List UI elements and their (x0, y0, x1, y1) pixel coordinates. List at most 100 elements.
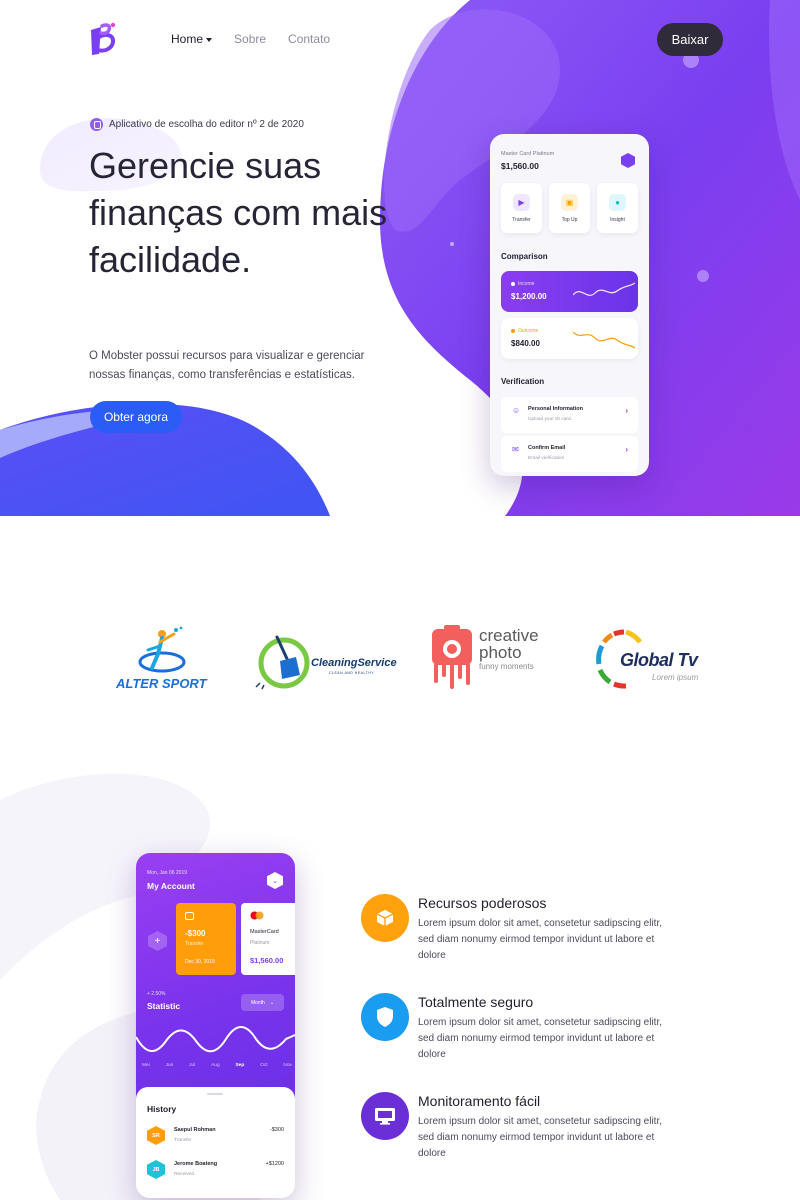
month-label: Aug (211, 1063, 220, 1068)
history-type: Received (174, 1172, 194, 1177)
phone-mockup-account: Mon, Jan 06 2019 My Account ⌄ + -$300 Tr… (136, 853, 295, 1198)
award-icon (90, 118, 103, 131)
creative-photo-name-line2: photo (479, 643, 522, 662)
cleaning-service-tagline: CLEAN AND HEALTHY (329, 671, 375, 675)
history-row[interactable]: SR Saepul Rohman Transfer -$300 (147, 1124, 284, 1148)
feature-powerful: Recursos poderosos Lorem ipsum dolor sit… (361, 894, 671, 974)
nav-link-home[interactable]: Home (171, 32, 213, 46)
top-navigation: Home Sobre Contato Baixar (0, 0, 800, 80)
action-label: Top Up (561, 216, 578, 223)
feature-text: Lorem ipsum dolor sit amet, consetetur s… (418, 918, 662, 961)
phone-mockup-wallet: Master Card Platinum $1,560.00 ▶ Transfe… (490, 134, 649, 476)
month-label: Nov (283, 1063, 292, 1068)
chevron-down-icon: ⌄ (267, 872, 283, 889)
feature-title: Totalmente seguro (418, 994, 534, 1010)
partner-logo-cleaning-service: CleaningService CLEAN AND HEALTHY (252, 627, 402, 693)
history-sheet: History SR Saepul Rohman Transfer -$300 … (136, 1087, 295, 1198)
outcome-label: Outcome (511, 328, 538, 334)
mastercard-tier: Platinum (250, 940, 270, 946)
wallet-icon: ▣ (561, 193, 578, 211)
download-button[interactable]: Baixar (657, 23, 723, 56)
get-now-button[interactable]: Obter agora (90, 401, 182, 433)
verification-confirm-email[interactable]: ✉ Confirm Email Email verification › (501, 436, 638, 472)
feature-text: Lorem ipsum dolor sit amet, consetetur s… (418, 1116, 662, 1159)
transfer-amount: -$300 (185, 929, 206, 938)
verification-personal-info[interactable]: ☺ Personal Information Upload your ID ca… (501, 397, 638, 433)
mastercard-icon (250, 911, 264, 920)
history-row[interactable]: JB Jerome Boateng Received +$1200 (147, 1158, 284, 1182)
nav-link-about[interactable]: Sobre (234, 32, 266, 46)
history-amount: +$1200 (265, 1161, 284, 1167)
feature-title: Monitoramento fácil (418, 1093, 541, 1109)
history-title: History (147, 1104, 177, 1114)
cleaning-service-name: CleaningService (311, 657, 397, 669)
monitor-icon (361, 1092, 409, 1140)
award-badge-text: Aplicativo de escolha do editor nº 2 de … (109, 119, 304, 130)
partner-logo-creative-photo: creative photo funny moments (430, 625, 550, 695)
feature-monitoring: Monitoramento fácil Lorem ipsum dolor si… (361, 1092, 671, 1172)
verification-title: Verification (501, 377, 545, 386)
stat-change: + 2.50% (147, 991, 166, 997)
creative-photo-tagline: funny moments (479, 662, 534, 671)
period-select[interactable]: Month ⌄ (241, 994, 284, 1011)
global-tv-name: Global Tv (620, 650, 698, 670)
award-badge: Aplicativo de escolha do editor nº 2 de … (90, 118, 304, 131)
avatar: SR (147, 1126, 165, 1145)
verification-item-subtitle: Upload your ID card. (528, 417, 572, 422)
month-label: Mei (142, 1063, 150, 1068)
sheet-handle[interactable] (207, 1093, 223, 1095)
creative-photo-name-line1: creative (479, 626, 539, 645)
avatar: JB (147, 1160, 165, 1179)
month-label: Jul (189, 1063, 196, 1068)
quick-actions: ▶ Transfer ▣ Top Up ● Insight (501, 183, 638, 233)
income-label: Income (511, 281, 534, 287)
hero-headline: Gerencie suas finanças com mais facilida… (89, 145, 388, 280)
nav-link-contact[interactable]: Contato (288, 32, 330, 46)
action-top-up: ▣ Top Up (549, 183, 590, 233)
stat-title: Statistic (147, 1001, 181, 1011)
camera-drip-icon (432, 625, 472, 689)
send-icon: ▶ (513, 193, 530, 211)
action-label: Insight (610, 216, 625, 223)
feature-title: Recursos poderosos (418, 895, 547, 911)
account-title: My Account (147, 881, 195, 891)
hero-lead-text: O Mobster possui recursos para visualiza… (89, 350, 365, 381)
income-card: Income $1,200.00 (501, 271, 638, 312)
outcome-card: Outcome $840.00 (501, 318, 638, 359)
nav-links: Home Sobre Contato (171, 32, 330, 46)
partner-logo-alter-sport: ALTER SPORT (112, 624, 212, 696)
chevron-down-icon: ⌄ (269, 999, 275, 1006)
account-date: Mon, Jan 06 2019 (147, 870, 188, 876)
transfer-date: Dec 30, 2019 (185, 959, 215, 965)
history-amount: -$300 (269, 1127, 284, 1133)
chart-icon: ● (609, 193, 626, 211)
mastercard-amount: $1,560.00 (250, 956, 284, 965)
mastercard-card: MasterCard Platinum $1,560.00 (241, 903, 295, 975)
month-label: Oct (260, 1063, 268, 1068)
outcome-value: $840.00 (511, 339, 540, 348)
partner-logo-global-tv: Global Tv Lorem ipsum (596, 628, 711, 692)
alter-sport-emblem-icon (138, 626, 186, 673)
account-header: Mon, Jan 06 2019 My Account ⌄ + -$300 Tr… (136, 853, 295, 1101)
transfer-type: Transfer (185, 941, 204, 947)
card-balance: $1,560.00 (501, 161, 539, 171)
brand-logo-icon[interactable] (88, 22, 120, 58)
transfer-card: -$300 Transfer Dec 30, 2019 (176, 903, 236, 975)
global-tv-tagline: Lorem ipsum (652, 673, 699, 682)
shield-icon (361, 993, 409, 1041)
partner-logos: ALTER SPORT CleaningService CLEAN AND HE… (0, 600, 800, 710)
verification-item-title: Personal Information (528, 406, 584, 412)
history-name: Saepul Rohman (174, 1127, 216, 1133)
income-value: $1,200.00 (511, 292, 547, 301)
chevron-right-icon: › (625, 406, 628, 415)
income-sparkline (573, 282, 635, 296)
alter-sport-name: ALTER SPORT (116, 676, 207, 691)
feature-secure: Totalmente seguro Lorem ipsum dolor sit … (361, 993, 671, 1073)
month-label: Jun (165, 1063, 174, 1068)
add-card-icon: + (148, 931, 167, 951)
broom-icon (255, 635, 310, 690)
mail-icon: ✉ (512, 445, 519, 454)
box-icon (361, 894, 409, 942)
action-insight: ● Insight (597, 183, 638, 233)
verification-item-title: Confirm Email (528, 445, 566, 451)
